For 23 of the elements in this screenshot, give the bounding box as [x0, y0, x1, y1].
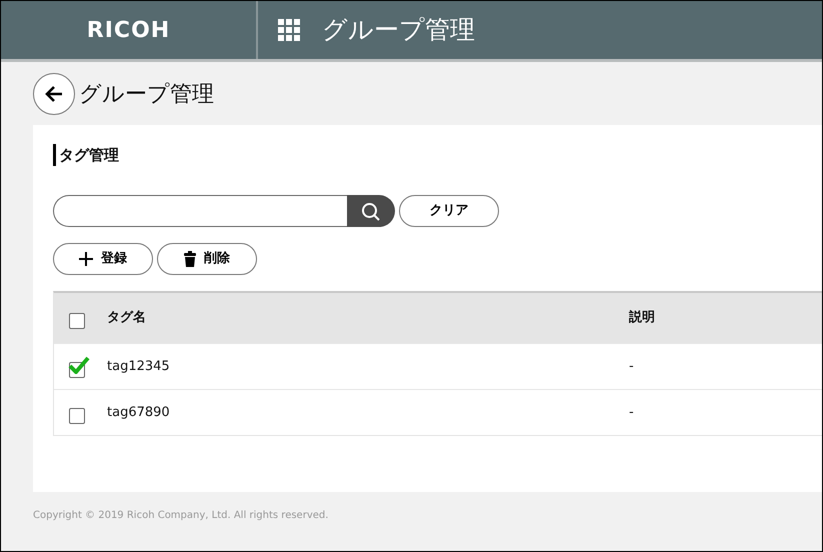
search-icon	[361, 202, 381, 222]
plus-icon	[79, 252, 93, 266]
column-header: タグ名	[107, 309, 146, 328]
page-title: グループ管理	[79, 80, 214, 108]
search-button[interactable]	[347, 195, 395, 227]
back-arrow-icon	[44, 84, 64, 104]
table-cell-text: tag67890	[107, 404, 170, 422]
clear-button[interactable]: クリア	[399, 195, 499, 227]
add-button[interactable]: 登録	[53, 243, 153, 275]
back-button[interactable]	[33, 73, 75, 115]
column-header: 説明	[629, 309, 655, 328]
table-cell-text: tag12345	[107, 358, 170, 376]
section-title: タグ管理	[53, 144, 119, 166]
trash-icon	[184, 251, 196, 267]
table-cell-text: -	[629, 404, 634, 422]
search-field[interactable]	[53, 195, 347, 227]
header-title: グループ管理	[322, 14, 475, 46]
table-cell-text: -	[629, 358, 634, 376]
checkbox[interactable]	[68, 356, 90, 378]
delete-button[interactable]: 削除	[157, 243, 257, 275]
copyright-text: Copyright © 2019 Ricoh Company, Ltd. All rights reserved.	[33, 509, 330, 523]
logo: RICOH	[86, 16, 170, 44]
apps-grid-icon[interactable]	[278, 19, 300, 41]
